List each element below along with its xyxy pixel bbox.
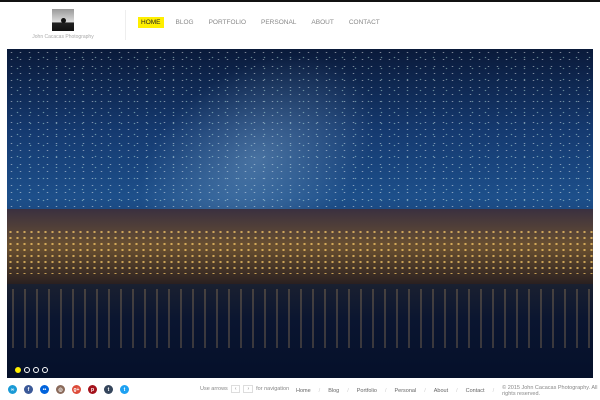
slide-image-water bbox=[7, 284, 593, 378]
slide-image-city bbox=[7, 209, 593, 284]
slider-dot-2[interactable] bbox=[24, 367, 30, 373]
slider-dot-4[interactable] bbox=[42, 367, 48, 373]
logo-image bbox=[52, 9, 74, 31]
site-logo[interactable]: John Cacacas Photography bbox=[30, 9, 96, 40]
separator: / bbox=[492, 388, 495, 394]
separator: / bbox=[456, 388, 458, 394]
footer-link-personal[interactable]: Personal bbox=[394, 388, 416, 394]
copyright: © 2015 John Cacacas Photography. All rig… bbox=[502, 385, 598, 397]
nav-blog[interactable]: BLOG bbox=[173, 17, 197, 28]
logo-text: John Cacacas Photography bbox=[32, 34, 94, 40]
flickr-icon[interactable]: •• bbox=[40, 385, 49, 394]
pinterest-icon[interactable]: p bbox=[88, 385, 97, 394]
flickr-alt-icon[interactable]: ∞ bbox=[8, 385, 17, 394]
left-arrow-key: ‹ bbox=[230, 385, 241, 393]
main-nav: HOME BLOG PORTFOLIO PERSONAL ABOUT CONTA… bbox=[138, 17, 383, 28]
nav-home[interactable]: HOME bbox=[138, 17, 164, 28]
top-border bbox=[0, 0, 600, 2]
footer-link-contact[interactable]: Contact bbox=[466, 388, 485, 394]
tumblr-icon[interactable]: t bbox=[104, 385, 113, 394]
google-plus-icon[interactable]: g+ bbox=[72, 385, 81, 394]
nav-personal[interactable]: PERSONAL bbox=[258, 17, 299, 28]
right-arrow-key: › bbox=[243, 385, 254, 393]
nav-contact[interactable]: CONTACT bbox=[346, 17, 383, 28]
footer-link-blog[interactable]: Blog bbox=[328, 388, 339, 394]
slider-pagination bbox=[15, 367, 48, 373]
separator: / bbox=[347, 388, 349, 394]
social-links: ∞ f •• ◎ g+ p t t bbox=[8, 385, 129, 394]
separator: / bbox=[424, 388, 426, 394]
twitter-icon[interactable]: t bbox=[120, 385, 129, 394]
footer-link-about[interactable]: About bbox=[434, 388, 448, 394]
facebook-icon[interactable]: f bbox=[24, 385, 33, 394]
header-divider bbox=[125, 10, 126, 40]
separator: / bbox=[318, 388, 321, 394]
hero-slider[interactable] bbox=[7, 49, 593, 378]
hint-suffix: for navigation bbox=[256, 386, 290, 392]
navigation-hint: Use arrows ‹ › for navigation bbox=[200, 385, 289, 393]
nav-portfolio[interactable]: PORTFOLIO bbox=[206, 17, 249, 28]
slider-dot-3[interactable] bbox=[33, 367, 39, 373]
footer-link-home[interactable]: Home bbox=[296, 388, 311, 394]
nav-about[interactable]: ABOUT bbox=[308, 17, 336, 28]
hint-prefix: Use arrows bbox=[200, 386, 228, 392]
separator: / bbox=[384, 388, 387, 394]
slider-dot-1[interactable] bbox=[15, 367, 21, 373]
instagram-icon[interactable]: ◎ bbox=[56, 385, 65, 394]
footer-link-portfolio[interactable]: Portfolio bbox=[357, 388, 377, 394]
footer-nav: Home / Blog / Portfolio / Personal / About / … bbox=[296, 385, 600, 397]
